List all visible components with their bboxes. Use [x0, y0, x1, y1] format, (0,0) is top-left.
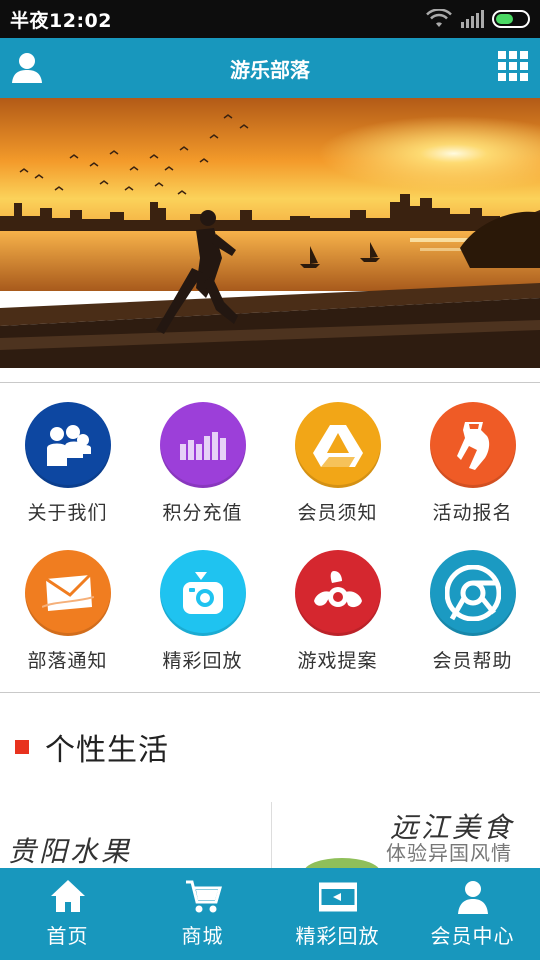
grid-item-member-help[interactable]: 会员帮助	[405, 543, 540, 691]
status-bar: 半夜12:02	[0, 0, 540, 38]
tab-label: 会员中心	[430, 924, 515, 948]
chrome-icon	[429, 550, 516, 636]
grid-item-game-proposal[interactable]: 游戏提案	[270, 543, 405, 691]
thumb-fruit[interactable]: 贵阳水果	[0, 802, 271, 872]
grid-item-about-us[interactable]: 关于我们	[0, 395, 135, 543]
member-icon	[457, 881, 488, 914]
feature-grid: 关于我们 积分充值 会员须知 活动报名 部落通知 精彩回放 游戏提案 会员帮助	[0, 395, 540, 685]
section-title: 个性生活	[45, 733, 169, 768]
battery-icon	[492, 10, 530, 28]
grid-label: 积分充值	[162, 502, 243, 524]
divider	[0, 692, 540, 693]
section-heading: 个性生活	[15, 725, 169, 769]
banner-image[interactable]	[0, 98, 540, 368]
grid-label: 部落通知	[27, 650, 108, 672]
thumb-subcaption: 体验异国风情	[386, 841, 512, 865]
lifestyle-thumbnails: 贵阳水果 远江美食 体验异国风情	[0, 802, 540, 872]
divider	[0, 382, 540, 383]
tab-label: 商城	[181, 924, 224, 948]
grid-menu-icon[interactable]	[498, 51, 528, 81]
grid-item-member-notice[interactable]: 会员须知	[270, 395, 405, 543]
grid-item-event-signup[interactable]: 活动报名	[405, 395, 540, 543]
signal-icon	[461, 10, 484, 28]
grid-item-points-recharge[interactable]: 积分充值	[135, 395, 270, 543]
tab-member-center[interactable]: 会员中心	[405, 868, 540, 960]
user-icon[interactable]	[10, 50, 44, 84]
status-icons	[426, 9, 530, 29]
grid-label: 精彩回放	[162, 650, 243, 672]
cart-icon	[185, 880, 222, 913]
thumb-food[interactable]: 远江美食 体验异国风情	[272, 802, 540, 872]
home-icon	[50, 880, 85, 912]
drive-icon	[294, 402, 381, 488]
bottom-tab-bar: 首页 商城 精彩回放 会员中心	[0, 868, 540, 960]
tab-label: 精彩回放	[295, 924, 380, 948]
page-title: 游乐部落	[230, 57, 310, 82]
grid-label: 会员帮助	[432, 650, 513, 672]
air-icon	[294, 550, 381, 636]
grid-item-tribe-notice[interactable]: 部落通知	[0, 543, 135, 691]
grid-label: 活动报名	[432, 502, 513, 524]
bars-icon	[159, 402, 246, 488]
status-time: 半夜12:02	[10, 9, 112, 32]
film-icon	[318, 882, 357, 912]
flask-icon	[429, 402, 516, 488]
camera-icon	[159, 550, 246, 636]
grid-label: 会员须知	[297, 502, 378, 524]
app-header: 游乐部落	[0, 38, 540, 98]
tab-mall[interactable]: 商城	[135, 868, 270, 960]
wifi-icon	[426, 9, 452, 27]
tab-label: 首页	[46, 924, 89, 948]
thumb-caption: 贵阳水果	[8, 835, 133, 868]
mail-icon	[24, 550, 111, 636]
people-icon	[24, 402, 111, 488]
grid-item-replay[interactable]: 精彩回放	[135, 543, 270, 691]
grid-label: 游戏提案	[297, 650, 378, 672]
tab-replay[interactable]: 精彩回放	[270, 868, 405, 960]
tab-home[interactable]: 首页	[0, 868, 135, 960]
section-marker	[15, 740, 29, 754]
grid-label: 关于我们	[27, 502, 108, 524]
